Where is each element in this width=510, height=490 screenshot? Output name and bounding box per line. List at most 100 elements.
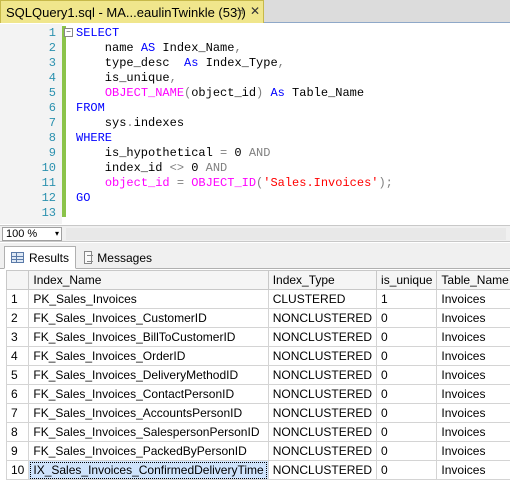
row-number[interactable]: 8 [5, 422, 30, 442]
zoom-value: 100 % [6, 228, 38, 240]
code-token: object_id [104, 176, 170, 190]
table-row[interactable]: 1 PK_Sales_Invoices CLUSTERED 1 Invoices [5, 289, 510, 309]
table-row[interactable]: 2 FK_Sales_Invoices_CustomerID NONCLUSTERE… [5, 308, 510, 328]
cell-index-name[interactable]: FK_Sales_Invoices_PackedByPersonID [28, 441, 269, 461]
column-header-index-type[interactable]: Index_Type [267, 270, 378, 290]
table-row[interactable]: 3 FK_Sales_Invoices_BillToCustomerID NONCL… [5, 327, 510, 347]
cell-table-name[interactable]: Invoices [436, 403, 510, 423]
column-header-is-unique[interactable]: is_unique [376, 270, 438, 290]
cell-table-name[interactable]: Invoices [436, 308, 510, 328]
results-tab-strip: Results Messages [0, 243, 510, 269]
pin-icon[interactable]: ⊣ [233, 6, 245, 18]
code-line[interactable]: 13 [0, 205, 510, 221]
table-row[interactable]: 9 FK_Sales_Invoices_PackedByPersonID NONCL… [5, 441, 510, 461]
code-line[interactable]: 1− SELECT [0, 25, 510, 41]
cell-table-name[interactable]: Invoices [436, 327, 510, 347]
row-number[interactable]: 1 [5, 289, 30, 309]
cell-index-type[interactable]: NONCLUSTERED [267, 308, 378, 328]
row-number[interactable]: 10 [5, 460, 30, 480]
cell-table-name[interactable]: Invoices [436, 346, 510, 366]
cell-index-name[interactable]: FK_Sales_Invoices_DeliveryMethodID [28, 365, 269, 385]
row-number[interactable]: 7 [5, 403, 30, 423]
tab-messages[interactable]: Messages [78, 246, 158, 269]
cell-is-unique[interactable]: 0 [376, 384, 438, 404]
cell-table-name[interactable]: Invoices [436, 384, 510, 404]
code-token: object_id [191, 86, 257, 100]
cell-is-unique[interactable]: 0 [376, 403, 438, 423]
cell-index-type[interactable]: NONCLUSTERED [267, 327, 378, 347]
cell-index-type[interactable]: NONCLUSTERED [267, 441, 378, 461]
cell-index-name[interactable]: FK_Sales_Invoices_AccountsPersonID [28, 403, 269, 423]
cell-is-unique[interactable]: 0 [376, 422, 438, 442]
cell-index-type[interactable]: NONCLUSTERED [267, 346, 378, 366]
row-number[interactable]: 4 [5, 346, 30, 366]
table-row[interactable]: 10 IX_Sales_Invoices_ConfirmedDeliveryTim… [5, 460, 510, 480]
cell-table-name[interactable]: Invoices [436, 422, 510, 442]
cell-table-name[interactable]: Invoices [436, 460, 510, 480]
results-grid[interactable]: Index_Name Index_Type is_unique Table_Na… [0, 270, 510, 490]
code-line[interactable]: 4 is_unique, [0, 70, 510, 86]
table-row[interactable]: 7 FK_Sales_Invoices_AccountsPersonID NONCL… [5, 403, 510, 423]
cell-index-type[interactable]: NONCLUSTERED [267, 422, 378, 442]
table-row[interactable]: 6 FK_Sales_Invoices_ContactPersonID NONCLU… [5, 384, 510, 404]
tab-sqlquery1[interactable]: SQLQuery1.sql - MA...eaulinTwinkle (53))… [0, 0, 264, 23]
cell-index-type[interactable]: CLUSTERED [267, 289, 378, 309]
column-header-table-name[interactable]: Table_Name [436, 270, 510, 290]
code-token: OBJECT_NAME [104, 86, 185, 100]
row-number[interactable]: 2 [5, 308, 30, 328]
zoom-dropdown[interactable]: 100 % ▾ [2, 227, 62, 241]
cell-is-unique[interactable]: 0 [376, 346, 438, 366]
cell-index-name[interactable]: FK_Sales_Invoices_SalespersonPersonID [28, 422, 269, 442]
row-number[interactable]: 5 [5, 365, 30, 385]
row-number-header[interactable] [5, 270, 30, 290]
row-number[interactable]: 3 [5, 327, 30, 347]
cell-index-type[interactable]: NONCLUSTERED [267, 384, 378, 404]
code-line[interactable]: 7 sys.indexes [0, 115, 510, 131]
close-icon[interactable]: ✕ [249, 5, 261, 17]
table-row[interactable]: 4 FK_Sales_Invoices_OrderID NONCLUSTERED 0 I… [5, 346, 510, 366]
code-token: is_unique [76, 71, 170, 85]
code-line[interactable]: 9 is_hypothetical = 0 AND [0, 145, 510, 161]
cell-table-name[interactable]: Invoices [436, 289, 510, 309]
cell-index-name[interactable]: IX_Sales_Invoices_ConfirmedDeliveryTime [28, 460, 269, 480]
cell-index-type[interactable]: NONCLUSTERED [267, 460, 378, 480]
cell-is-unique[interactable]: 1 [376, 289, 438, 309]
code-token: , [277, 56, 285, 70]
code-line[interactable]: 5 OBJECT_NAME(object_id) As Table_Name [0, 85, 510, 101]
column-header-index-name[interactable]: Index_Name [28, 270, 269, 290]
horizontal-scrollbar[interactable] [66, 228, 506, 240]
cell-table-name[interactable]: Invoices [436, 365, 510, 385]
cell-index-name[interactable]: PK_Sales_Invoices [28, 289, 269, 309]
code-token: Index_Type [198, 56, 278, 70]
row-number[interactable]: 9 [5, 441, 30, 461]
code-line[interactable]: 8 WHERE [0, 130, 510, 146]
table-row[interactable]: 5 FK_Sales_Invoices_DeliveryMethodID NONCL… [5, 365, 510, 385]
cell-is-unique[interactable]: 0 [376, 365, 438, 385]
code-line[interactable]: 6 FROM [0, 100, 510, 116]
code-text: sys.indexes [76, 115, 184, 131]
code-line[interactable]: 11 object_id = OBJECT_ID('Sales.Invoices… [0, 175, 510, 191]
cell-is-unique[interactable]: 0 [376, 441, 438, 461]
tab-results[interactable]: Results [4, 246, 76, 269]
cell-index-name[interactable]: FK_Sales_Invoices_OrderID [28, 346, 269, 366]
code-token: . [126, 116, 134, 130]
cell-is-unique[interactable]: 0 [376, 308, 438, 328]
cell-is-unique[interactable]: 0 [376, 460, 438, 480]
cell-index-name[interactable]: FK_Sales_Invoices_BillToCustomerID [28, 327, 269, 347]
code-line[interactable]: 10 index_id <> 0 AND [0, 160, 510, 176]
query-editor[interactable]: 1− SELECT 2 name AS Index_Name, 3 type_desc… [0, 24, 510, 224]
collapse-icon[interactable]: − [64, 28, 73, 37]
cell-index-name[interactable]: FK_Sales_Invoices_CustomerID [28, 308, 269, 328]
cell-index-name[interactable]: FK_Sales_Invoices_ContactPersonID [28, 384, 269, 404]
code-token: GO [76, 191, 91, 205]
code-line[interactable]: 2 name AS Index_Name, [0, 40, 510, 56]
code-line[interactable]: 3 type_desc As Index_Type, [0, 55, 510, 71]
row-number[interactable]: 6 [5, 384, 30, 404]
code-line[interactable]: 12 GO [0, 190, 510, 206]
cell-index-type[interactable]: NONCLUSTERED [267, 365, 378, 385]
cell-is-unique[interactable]: 0 [376, 327, 438, 347]
cell-index-type[interactable]: NONCLUSTERED [267, 403, 378, 423]
cell-table-name[interactable]: Invoices [436, 441, 510, 461]
table-row[interactable]: 8 FK_Sales_Invoices_SalespersonPersonID NO… [5, 422, 510, 442]
line-number: 8 [48, 131, 56, 145]
